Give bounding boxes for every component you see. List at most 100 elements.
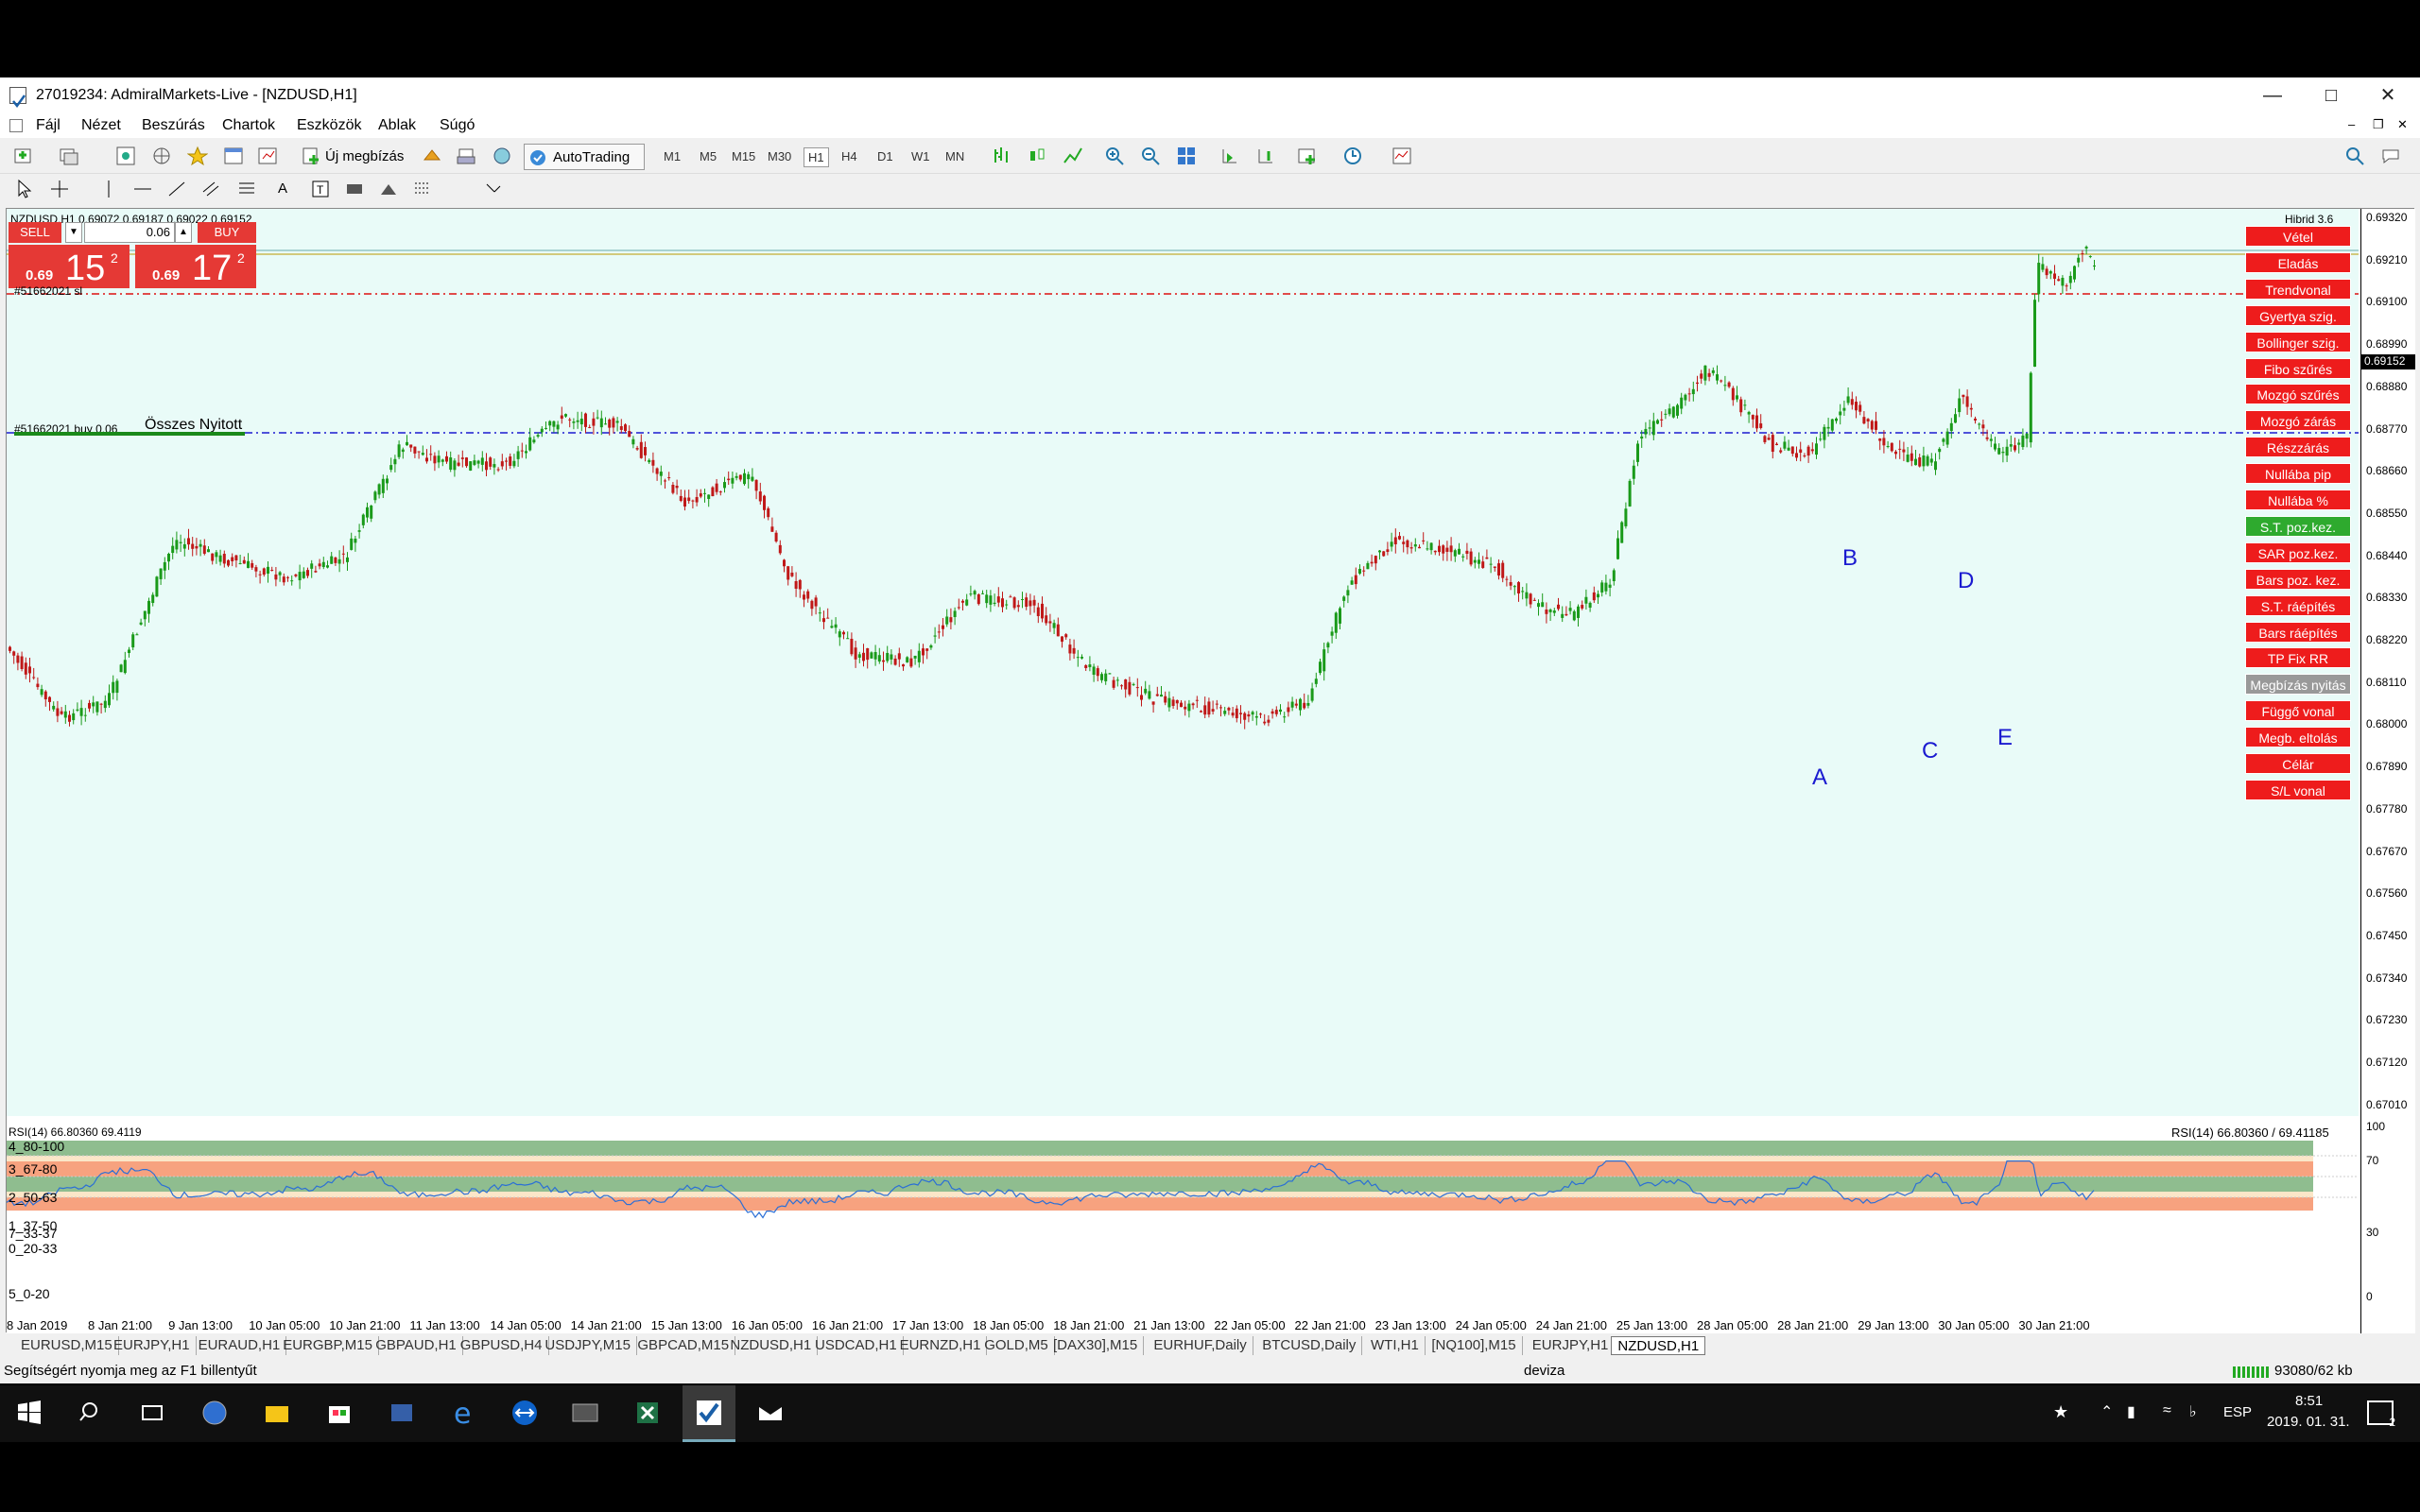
tf-m15[interactable]: M15 xyxy=(732,149,755,163)
terminal-icon[interactable] xyxy=(223,146,244,166)
chart-tab[interactable]: EURHUF,Daily xyxy=(1148,1336,1253,1355)
panel-button[interactable]: S.T. poz.kez. xyxy=(2245,515,2351,537)
buy-button[interactable]: BUY xyxy=(198,222,256,243)
new-chart-icon[interactable] xyxy=(13,146,34,166)
tf-h4[interactable]: H4 xyxy=(841,149,857,163)
menu-window[interactable]: Ablak xyxy=(378,117,416,134)
chevron-up-icon[interactable]: ⌃ xyxy=(2100,1402,2113,1421)
chart-tab[interactable]: [DAX30],M15 xyxy=(1047,1336,1145,1355)
panel-button[interactable]: Függő vonal xyxy=(2245,700,2351,722)
chart-tab[interactable]: USDJPY,M15 xyxy=(539,1336,637,1355)
doc-icon[interactable] xyxy=(9,119,23,132)
menu-help[interactable]: Súgó xyxy=(440,117,475,134)
panel-button[interactable]: Megb. eltolás xyxy=(2245,727,2351,748)
signals-icon[interactable] xyxy=(492,146,512,166)
chart-shift-icon[interactable] xyxy=(1255,146,1276,166)
price-axis[interactable]: 0.69320 0.69210 0.69100 0.68990 0.68880 0.687… xyxy=(2360,209,2415,1333)
clock-time[interactable]: 8:51 xyxy=(2295,1393,2323,1409)
panel-button[interactable]: Nullába pip xyxy=(2245,463,2351,485)
panel-button[interactable]: Bars ráépítés xyxy=(2245,621,2351,643)
tf-m5[interactable]: M5 xyxy=(700,149,717,163)
people-icon[interactable]: ★ xyxy=(2053,1402,2068,1422)
line-chart-icon[interactable] xyxy=(1063,146,1083,166)
market-watch-icon[interactable] xyxy=(115,146,136,166)
menu-tools[interactable]: Eszközök xyxy=(297,117,361,134)
time-axis[interactable]: 8 Jan 2019 8 Jan 21:00 9 Jan 13:00 10 Jan 0… xyxy=(7,1314,2360,1333)
menu-file[interactable]: Fájl xyxy=(36,117,60,134)
triangle-icon[interactable] xyxy=(378,179,399,199)
panel-button[interactable]: Bars poz. kez. xyxy=(2245,568,2351,590)
trendline-icon[interactable] xyxy=(166,179,187,199)
zoom-out-icon[interactable] xyxy=(1140,146,1161,166)
start-icon[interactable] xyxy=(15,1399,43,1427)
search-icon[interactable] xyxy=(78,1399,106,1427)
new-order-icon[interactable] xyxy=(301,146,321,166)
tf-m30[interactable]: M30 xyxy=(768,149,791,163)
tf-m1[interactable]: M1 xyxy=(664,149,681,163)
arrows-icon[interactable] xyxy=(484,179,505,199)
autoscroll-icon[interactable] xyxy=(1219,146,1240,166)
panel-button[interactable]: S.T. ráépítés xyxy=(2245,594,2351,616)
chart-tab[interactable]: GOLD,M5 xyxy=(978,1336,1055,1355)
panel-button[interactable]: Bollinger szig. xyxy=(2245,331,2351,352)
buy-price-box[interactable]: 0.69 17 2 xyxy=(135,245,256,288)
panel-button[interactable]: Részzárás xyxy=(2245,437,2351,458)
panel-button[interactable]: Mozgó szűrés xyxy=(2245,384,2351,405)
panel-button[interactable]: Trendvonal xyxy=(2245,278,2351,300)
chart-tab[interactable]: EURNZD,H1 xyxy=(894,1336,988,1355)
autotrading-button[interactable]: AutoTrading xyxy=(524,144,645,170)
chart-tab[interactable]: EURAUD,H1 xyxy=(193,1336,287,1355)
fibo-icon[interactable] xyxy=(236,179,257,199)
child-restore-button[interactable]: ❐ xyxy=(2373,117,2384,132)
child-minimize-button[interactable]: – xyxy=(2348,117,2355,131)
network-app-icon[interactable] xyxy=(388,1399,416,1427)
rectangle-icon[interactable] xyxy=(344,179,365,199)
profiles-icon[interactable] xyxy=(59,146,79,166)
print-icon[interactable] xyxy=(456,146,476,166)
chart-tab[interactable]: NZDUSD,H1 xyxy=(1611,1336,1706,1355)
lot-up-button[interactable]: ▲ xyxy=(175,222,192,243)
panel-button[interactable]: Nullába % xyxy=(2245,490,2351,510)
metatrader-taskbar-button[interactable] xyxy=(683,1385,735,1442)
chart-tab[interactable]: EURJPY,H1 xyxy=(1527,1336,1616,1355)
panel-button[interactable]: Célár xyxy=(2245,753,2351,774)
navigator-icon[interactable] xyxy=(151,146,172,166)
sell-price-box[interactable]: 0.69 15 2 xyxy=(9,245,130,288)
tf-d1[interactable]: D1 xyxy=(877,149,893,163)
vertical-line-icon[interactable] xyxy=(98,179,119,199)
templates-icon[interactable] xyxy=(1392,146,1412,166)
gann-icon[interactable] xyxy=(412,179,433,199)
chart-tab[interactable]: BTCUSD,Daily xyxy=(1256,1336,1363,1355)
chart-tab[interactable]: EURJPY,H1 xyxy=(108,1336,197,1355)
chart-tab[interactable]: USDCAD,H1 xyxy=(809,1336,904,1355)
zoom-in-icon[interactable] xyxy=(1104,146,1125,166)
cursor-icon[interactable] xyxy=(13,179,34,199)
sell-button[interactable]: SELL xyxy=(9,222,61,243)
tf-h1[interactable]: H1 xyxy=(804,147,829,167)
wifi-icon[interactable]: ≈ xyxy=(2163,1402,2171,1419)
chat-icon[interactable] xyxy=(2380,146,2401,166)
panel-button[interactable]: S/L vonal xyxy=(2245,779,2351,800)
teamviewer-icon[interactable] xyxy=(510,1399,539,1427)
edge-icon[interactable]: e xyxy=(450,1399,478,1427)
volume-icon[interactable]: ♭ xyxy=(2189,1402,2197,1421)
close-button[interactable]: ✕ xyxy=(2360,77,2416,113)
child-close-button[interactable]: ✕ xyxy=(2397,117,2408,132)
channel-icon[interactable] xyxy=(200,179,221,199)
panel-button[interactable]: Eladás xyxy=(2245,251,2351,273)
chart-tab[interactable]: EURUSD,M15 xyxy=(15,1336,119,1355)
bar-chart-icon[interactable] xyxy=(991,146,1011,166)
language-indicator[interactable]: ESP xyxy=(2223,1404,2252,1420)
battery-icon[interactable]: ▮ xyxy=(2127,1402,2135,1421)
menu-charts[interactable]: Chartok xyxy=(222,117,275,134)
candle-chart-icon[interactable] xyxy=(1027,146,1047,166)
store-icon[interactable] xyxy=(325,1399,354,1427)
panel-button[interactable]: Mozgó zárás xyxy=(2245,410,2351,432)
menu-view[interactable]: Nézet xyxy=(81,117,121,134)
lot-down-button[interactable]: ▼ xyxy=(65,222,82,243)
panel-button[interactable]: TP Fix RR xyxy=(2245,647,2351,669)
chart-tab[interactable]: NZDUSD,H1 xyxy=(724,1336,819,1355)
browser-icon[interactable] xyxy=(200,1399,229,1427)
lot-size-input[interactable]: 0.06 xyxy=(84,222,175,243)
notifications-icon[interactable]: 2 xyxy=(2367,1400,2395,1429)
